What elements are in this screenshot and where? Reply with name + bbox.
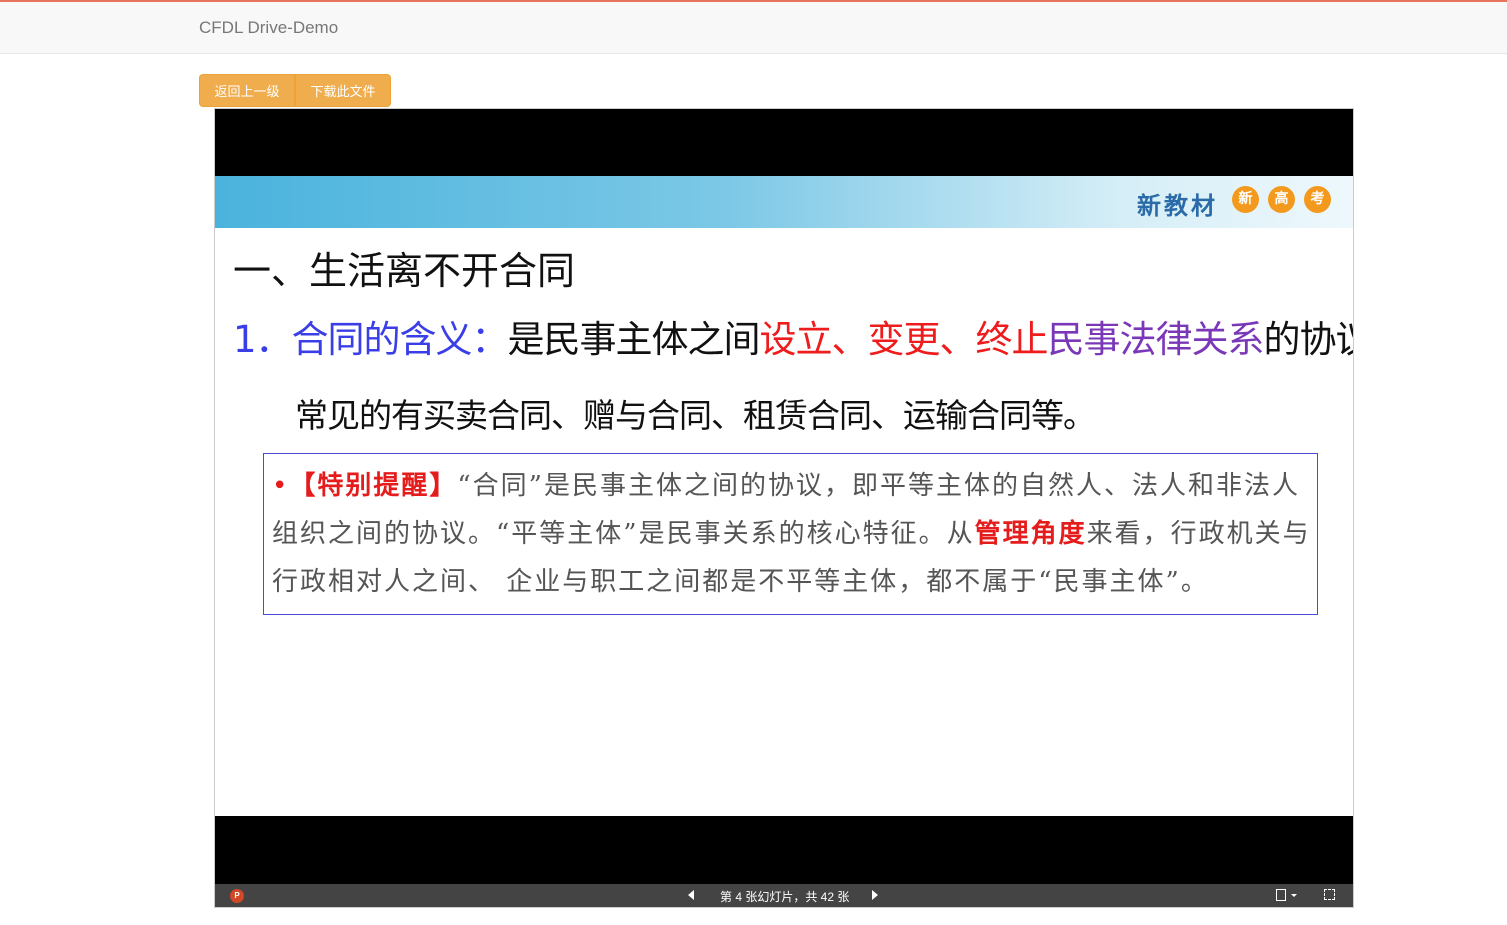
download-button[interactable]: 下载此文件 — [295, 74, 391, 107]
definition-highlight-purple: 民事法律关系 — [1047, 318, 1265, 361]
notes-icon[interactable] — [1276, 889, 1286, 901]
viewer-toolbar: P 第 4 张幻灯片，共 42 张 — [215, 884, 1353, 907]
back-button[interactable]: 返回上一级 — [199, 74, 295, 107]
slide-heading: 一、生活离不开合同 — [233, 249, 576, 293]
powerpoint-icon: P — [230, 889, 244, 903]
fullscreen-icon[interactable] — [1324, 889, 1335, 900]
banner-circle-3: 考 — [1304, 186, 1331, 213]
navbar: CFDL Drive-Demo — [0, 2, 1507, 54]
definition-term: 合同的含义： — [291, 318, 509, 361]
previous-slide-icon[interactable] — [688, 890, 694, 900]
note-text: •【特别提醒】“合同”是民事主体之间的协议，即平等主体的自然人、法人和非法人组织… — [272, 462, 1320, 606]
examples-line: 常见的有买卖合同、赠与合同、租赁合同、运输合同等。 — [295, 396, 1096, 435]
slide-counter: 第 4 张幻灯片，共 42 张 — [720, 890, 850, 904]
slide-banner: 新教材 新 高 考 — [215, 176, 1353, 228]
banner-circle-1: 新 — [1232, 186, 1259, 213]
definition-number: 1． — [233, 318, 293, 361]
definition-highlight-red: 设立、变更、终止 — [759, 318, 1049, 361]
note-tag: 【特别提醒】 — [289, 471, 458, 501]
presentation-viewer: 新教材 新 高 考 一、生活离不开合同 1．合同的含义：是民事主体之间设立、变更… — [214, 108, 1354, 908]
definition-text-1: 是民事主体之间 — [507, 318, 761, 361]
note-bullet: • — [272, 471, 290, 501]
brand-link[interactable]: CFDL Drive-Demo — [199, 18, 338, 38]
definition-text-end: 的协议。 — [1263, 318, 1353, 361]
note-highlight: 管理角度 — [974, 519, 1087, 549]
banner-text: 新教材 — [1137, 192, 1218, 220]
next-slide-icon[interactable] — [872, 890, 878, 900]
chevron-down-icon[interactable] — [1291, 894, 1297, 897]
banner-circle-2: 高 — [1268, 186, 1295, 213]
definition-line: 1．合同的含义：是民事主体之间设立、变更、终止民事法律关系的协议。 — [233, 309, 1353, 363]
slide: 新教材 新 高 考 一、生活离不开合同 1．合同的含义：是民事主体之间设立、变更… — [215, 176, 1353, 816]
